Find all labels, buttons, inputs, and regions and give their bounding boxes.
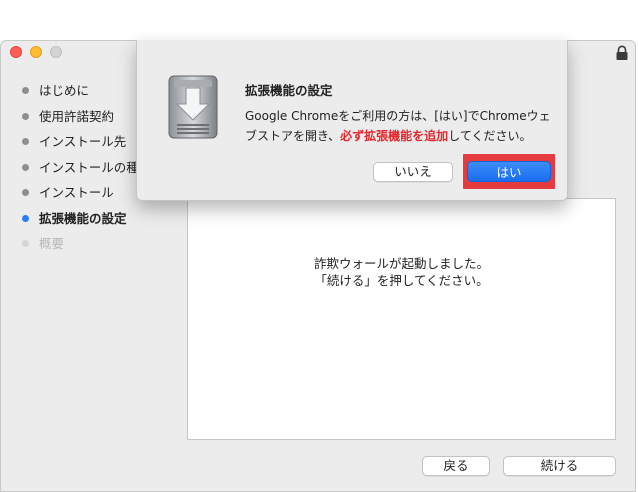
step-bullet <box>22 163 29 171</box>
dialog-message-emphasis: 必ず拡張機能を追加 <box>340 129 449 143</box>
step-destination: インストール先 <box>22 133 151 159</box>
step-bullet <box>22 138 29 145</box>
step-label: 概要 <box>39 236 65 251</box>
step-label: はじめに <box>39 83 90 98</box>
dialog-message: Google Chromeをご利用の方は、[はい]でChromeウェブストアを開… <box>245 106 555 146</box>
step-label: インストール <box>39 185 114 200</box>
lock-icon <box>616 45 628 60</box>
step-extension-setup: 拡張機能の設定 <box>22 210 151 236</box>
back-button[interactable]: 戻る <box>422 456 490 476</box>
content-line-2: 「続ける」を押してください。 <box>314 273 489 288</box>
minimize-window-button[interactable] <box>30 46 42 58</box>
step-license: 使用許諾契約 <box>22 108 151 134</box>
step-label: 使用許諾契約 <box>39 108 115 124</box>
close-window-button[interactable] <box>10 46 22 58</box>
step-bullet-active <box>22 214 29 222</box>
installer-package-icon <box>168 75 218 139</box>
step-label: インストール先 <box>39 134 127 149</box>
yes-button-highlight: はい <box>463 154 555 189</box>
content-pane: 詐欺ウォールが起動しました。 「続ける」を押してください。 <box>187 198 616 440</box>
step-bullet <box>22 87 29 94</box>
install-steps-sidebar: はじめに 使用許諾契約 インストール先 インストールの種類 インストール 拡張機… <box>22 82 151 261</box>
step-bullet <box>22 189 29 196</box>
yes-button[interactable]: はい <box>467 161 551 182</box>
continue-button[interactable]: 続ける <box>503 456 616 476</box>
step-installation: インストール <box>22 184 151 210</box>
zoom-window-button[interactable] <box>50 46 62 58</box>
extension-setup-dialog: 拡張機能の設定 Google Chromeをご利用の方は、[はい]でChrome… <box>136 40 568 201</box>
dialog-message-text-end: してください。 <box>448 129 532 143</box>
step-introduction: はじめに <box>22 82 151 108</box>
content-line-1: 詐欺ウォールが起動しました。 <box>313 256 489 271</box>
step-label: インストールの種類 <box>39 159 152 175</box>
step-label: 拡張機能の設定 <box>39 210 127 226</box>
step-summary: 概要 <box>22 235 151 261</box>
no-button[interactable]: いいえ <box>373 162 453 182</box>
step-install-type: インストールの種類 <box>22 159 151 185</box>
step-bullet <box>22 240 29 247</box>
step-bullet <box>22 112 29 120</box>
dialog-title: 拡張機能の設定 <box>245 83 333 98</box>
content-message: 詐欺ウォールが起動しました。 「続ける」を押してください。 <box>188 255 615 289</box>
